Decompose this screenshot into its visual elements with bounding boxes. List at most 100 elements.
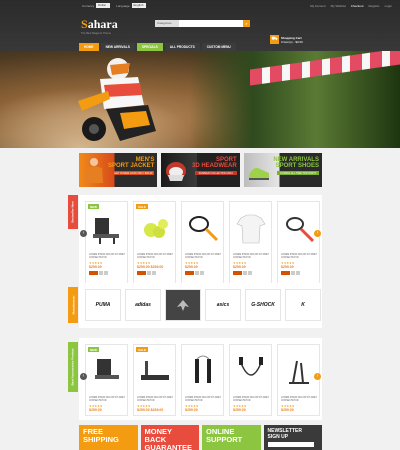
add-to-cart-button[interactable] [281,271,290,275]
add-to-cart-button[interactable] [137,271,146,275]
wishlist-icon[interactable] [147,271,151,275]
product-name[interactable]: LOREM IPSUM DOLOR SIT AMET CONSECTETUR [185,254,222,260]
link-login[interactable]: Login [385,4,392,8]
treadmill-image [141,361,169,380]
product-price: $259.00 [185,265,198,269]
product-card[interactable]: LOREM IPSUM DOLOR SIT AMET CONSECTETUR ★… [181,201,224,292]
language-selector[interactable]: Language English [116,3,146,8]
section-tab-manufacturer[interactable]: Manufacturer [68,287,78,323]
compare-icon[interactable] [152,271,156,275]
product-price: $259.00 [89,265,102,269]
wishlist-icon[interactable] [291,271,295,275]
shopping-cart[interactable]: ⛟ Shopping Cart 0 item(s) - $0.00 [270,35,303,44]
promo-free-shipping[interactable]: FREE SHIPPING [79,425,138,450]
hand-grip-image [195,355,211,383]
banner-3-tagline: COMING ALL TIME TOP RIGHT [276,171,319,175]
product-card[interactable]: LOREM IPSUM DOLOR SIT AMET CONSECTETUR ★… [277,344,320,416]
promo-online-support[interactable]: ONLINE SUPPORT [202,425,261,450]
add-to-cart-button[interactable] [185,271,194,275]
language-value[interactable]: English [131,3,146,8]
brand-k-swiss[interactable]: K [285,289,321,321]
main-nav: HOME NEW ARRIVALS SPECIALS ALL PRODUCTS … [79,43,236,51]
nav-specials[interactable]: SPECIALS [136,43,163,51]
product-card[interactable]: LOREM IPSUM DOLOR SIT AMET CONSECTETUR ★… [229,344,272,416]
carousel-next-button[interactable]: › [314,230,321,237]
wishlist-icon[interactable] [195,271,199,275]
add-to-cart-button[interactable] [89,271,98,275]
link-register[interactable]: Register [368,4,379,8]
product-card[interactable]: LOREM IPSUM DOLOR SIT AMET CONSECTETUR ★… [277,201,320,292]
product-price: $259.00 [233,408,246,412]
logo-tagline: The Best Magento Theme [81,32,111,35]
search-category-select[interactable]: Categories [155,20,179,27]
add-to-cart-button[interactable] [233,271,242,275]
product-name[interactable]: LOREM IPSUM DOLOR SIT AMET CONSECTETUR [185,397,222,403]
site-logo[interactable]: Sahara [81,17,118,32]
banner-1-subtitle: SPORT JACKET [107,163,155,169]
bird-logo-icon [177,300,189,311]
product-price: $259.00 [185,408,198,412]
banner-2-tagline: SUMMER COLLECTION 2014 [194,171,237,175]
product-card[interactable]: LOREM IPSUM DOLOR SIT AMET CONSECTETUR ★… [181,344,224,416]
banner-2-subtitle: 3D HEADWEAR [191,163,237,169]
banner-new-arrivals-shoes[interactable]: NEW ARRIVALS SPORT SHOES COMING ALL TIME… [243,153,322,187]
product-name[interactable]: LOREM IPSUM DOLOR SIT AMET CONSECTETUR [137,397,174,403]
new-badge: NEW [88,347,99,352]
section-tab-bestseller[interactable]: Bestseller New [68,195,78,229]
polo-shirt-image [236,214,266,244]
wishlist-icon[interactable] [243,271,247,275]
wishlist-icon[interactable] [99,271,103,275]
product-card[interactable]: LOREM IPSUM DOLOR SIT AMET CONSECTETUR ★… [229,201,272,292]
service-promos: FREE SHIPPING MONEY BACK GUARANTEE ONLIN… [79,425,322,450]
newsletter-email-field[interactable] [267,442,314,447]
banner-mens-jacket[interactable]: MEN'S SPORT JACKET GET IN NEW LOOK ONLY … [79,153,158,187]
carousel-prev-button[interactable]: ‹ [80,230,87,237]
product-card[interactable]: SALE LOREM IPSUM DOLOR SIT AMET CONSECTE… [133,201,176,292]
product-name[interactable]: LOREM IPSUM DOLOR SIT AMET CONSECTETUR [233,397,270,403]
logo-text: ahara [87,17,118,31]
product-card[interactable]: SALE LOREM IPSUM DOLOR SIT AMET CONSECTE… [133,344,176,416]
store-selectors: Currency Dollar Language English [82,3,146,8]
promo-newsletter[interactable]: NEWSLETTER SIGN UP [263,425,322,450]
compare-icon[interactable] [200,271,204,275]
product-name[interactable]: LOREM IPSUM DOLOR SIT AMET CONSECTETUR [233,254,270,260]
banner-sport-headwear[interactable]: SPORT 3D HEADWEAR SUMMER COLLECTION 2014 [161,153,240,187]
search-input[interactable] [179,20,243,27]
hero-slider[interactable] [0,51,400,148]
compare-icon[interactable] [296,271,300,275]
brand-adidas[interactable]: adidas [125,289,161,321]
product-price: $259.00 $239.00 [137,408,164,412]
brand-g-shock[interactable]: G-SHOCK [245,289,281,321]
carousel-prev-button[interactable]: ‹ [80,373,87,380]
nav-home[interactable]: HOME [79,43,99,51]
brand-puma[interactable]: PUMA [85,289,121,321]
search-icon[interactable]: ⌕ [243,20,250,27]
promo-money-back[interactable]: MONEY BACK GUARANTEE [140,425,199,450]
currency-value[interactable]: Dollar [96,3,111,8]
link-my-account[interactable]: My Account [310,4,326,8]
product-price: $259.00 [89,408,102,412]
nav-custom-menu[interactable]: CUSTOM MENU [201,43,236,51]
elliptical-trainer-image [289,360,309,384]
currency-selector[interactable]: Currency Dollar [82,3,111,8]
product-name[interactable]: LOREM IPSUM DOLOR SIT AMET CONSECTETUR [89,397,126,403]
product-name[interactable]: LOREM IPSUM DOLOR SIT AMET CONSECTETUR [89,254,126,260]
product-card[interactable]: NEW LOREM IPSUM DOLOR SIT AMET CONSECTET… [85,344,128,416]
product-name[interactable]: LOREM IPSUM DOLOR SIT AMET CONSECTETUR [281,254,318,260]
compare-icon[interactable] [248,271,252,275]
compare-icon[interactable] [104,271,108,275]
nav-all-products[interactable]: ALL PRODUCTS [164,43,200,51]
product-name[interactable]: LOREM IPSUM DOLOR SIT AMET CONSECTETUR [137,254,174,260]
product-card[interactable]: NEW LOREM IPSUM DOLOR SIT AMET CONSECTET… [85,201,128,292]
product-price: $259.00 [281,265,294,269]
product-price: $259.00 $239.00 [137,265,164,269]
brand-bird-logo[interactable] [165,289,201,321]
cart-summary: 0 item(s) - $0.00 [281,39,303,44]
brand-asics[interactable]: asics [205,289,241,321]
link-checkout[interactable]: Checkout [351,4,364,8]
product-name[interactable]: LOREM IPSUM DOLOR SIT AMET CONSECTETUR [281,397,318,403]
carousel-next-button[interactable]: › [314,373,321,380]
nav-new-arrivals[interactable]: NEW ARRIVALS [100,43,135,51]
section-tab-accessories[interactable]: Best Accessories Product [68,342,78,392]
link-my-wishlist[interactable]: My Wishlist [331,4,346,8]
